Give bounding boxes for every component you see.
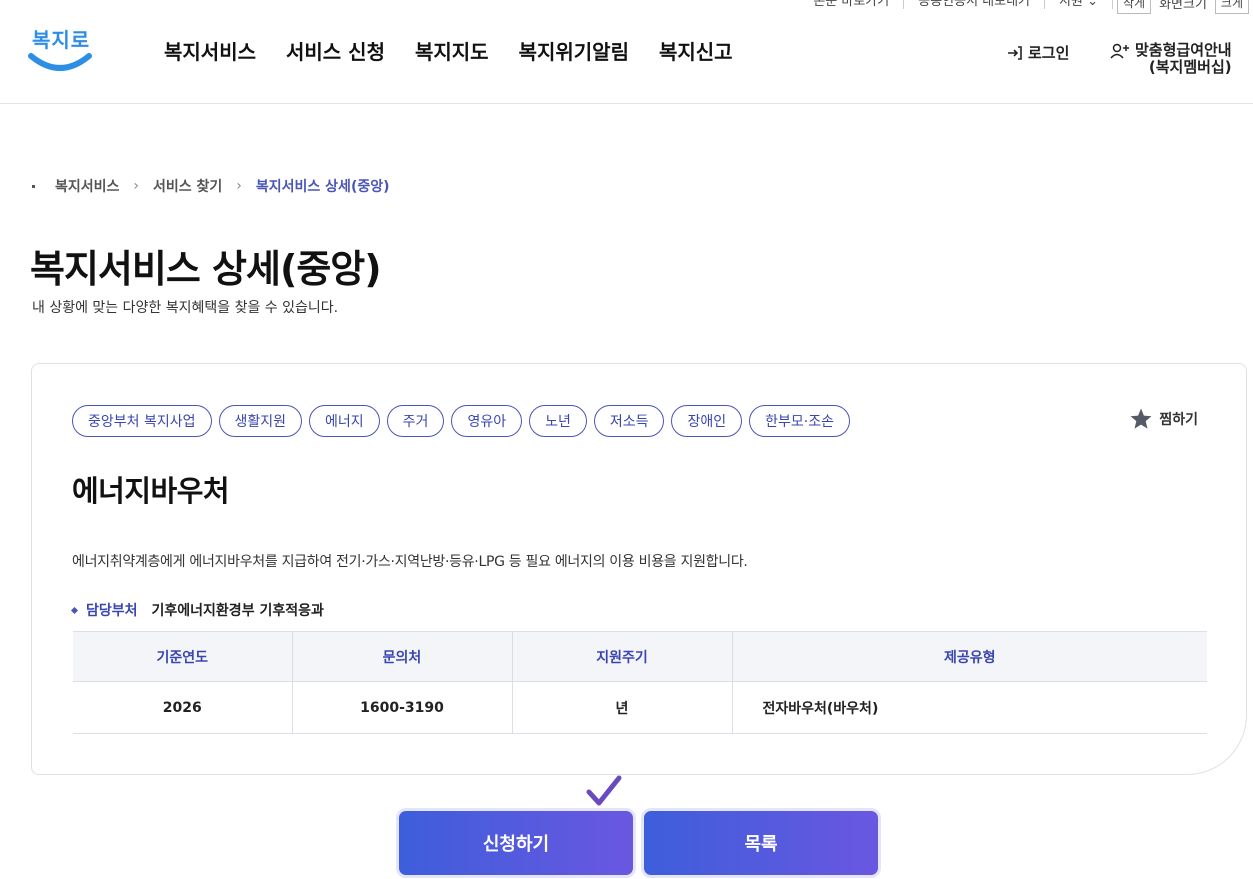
main-nav: 복지서비스 서비스 신청 복지지도 복지위기알림 복지신고 bbox=[164, 36, 733, 65]
chevron-right-icon: › bbox=[133, 178, 140, 194]
logo-text: 복지로 bbox=[32, 28, 91, 52]
nav-crisis-alert[interactable]: 복지위기알림 bbox=[519, 36, 629, 65]
header-contact: 문의처 bbox=[292, 631, 513, 682]
breadcrumb-home-dot bbox=[32, 184, 35, 188]
nav-welfare-service[interactable]: 복지서비스 bbox=[164, 36, 256, 65]
breadcrumb-item-welfare-service[interactable]: 복지서비스 bbox=[55, 176, 119, 196]
checkmark-icon bbox=[586, 775, 622, 806]
service-description: 에너지취약계층에게 에너지바우처를 지급하여 전기·가스·지역난방·등유·LPG… bbox=[72, 554, 748, 570]
tag-list: 중앙부처 복지사업 생활지원 에너지 주거 영유아 노년 저소득 장애인 한부모… bbox=[72, 405, 850, 437]
cell-base-year: 2026 bbox=[73, 681, 293, 734]
membership-label: 맞춤형급여안내 (복지멤버십) bbox=[1135, 41, 1232, 76]
service-title: 에너지바우처 bbox=[72, 474, 230, 508]
page-title: 복지서비스 상세(중앙) bbox=[30, 247, 382, 291]
site-logo[interactable]: 복지로 bbox=[28, 24, 92, 76]
table-row: 2026 1600-3190 년 전자바우처(바우처) bbox=[73, 681, 1207, 734]
favorite-button[interactable]: 찜하기 bbox=[1129, 407, 1198, 431]
tag-housing[interactable]: 주거 bbox=[386, 405, 445, 437]
site-header: 복지로 복지서비스 서비스 신청 복지지도 복지위기알림 복지신고 로그인 맞춤… bbox=[0, 0, 1253, 104]
nav-welfare-report[interactable]: 복지신고 bbox=[659, 36, 733, 65]
tag-single-parent[interactable]: 한부모·조손 bbox=[749, 405, 850, 437]
favorite-label: 찜하기 bbox=[1159, 412, 1198, 428]
tag-low-income[interactable]: 저소득 bbox=[593, 405, 665, 437]
star-icon bbox=[1130, 408, 1152, 429]
nav-service-apply[interactable]: 서비스 신청 bbox=[286, 36, 385, 65]
logo-smile-icon bbox=[28, 53, 92, 71]
tag-infant[interactable]: 영유아 bbox=[451, 405, 523, 437]
list-button[interactable]: 목록 bbox=[641, 808, 881, 878]
page-subtitle: 내 상황에 맞는 다양한 복지혜택을 찾을 수 있습니다. bbox=[32, 300, 339, 316]
breadcrumb-item-current: 복지서비스 상세(중앙) bbox=[255, 179, 390, 195]
cell-provision-type: 전자바우처(바우처) bbox=[732, 681, 1207, 734]
breadcrumb: 복지서비스 › 서비스 찾기 › 복지서비스 상세(중앙) bbox=[32, 176, 390, 196]
service-detail-card: 중앙부처 복지사업 생활지원 에너지 주거 영유아 노년 저소득 장애인 한부모… bbox=[31, 363, 1247, 775]
header-provision-type: 제공유형 bbox=[732, 631, 1207, 682]
breadcrumb-item-service-search[interactable]: 서비스 찾기 bbox=[153, 176, 222, 196]
membership-button[interactable]: 맞춤형급여안내 (복지멤버십) bbox=[1110, 42, 1232, 76]
user-add-icon bbox=[1110, 43, 1129, 59]
tag-central-ministry[interactable]: 중앙부처 복지사업 bbox=[72, 405, 212, 437]
cell-support-cycle: 년 bbox=[512, 681, 733, 734]
department-label: 담당부처 bbox=[86, 603, 138, 619]
header-base-year: 기준연도 bbox=[73, 631, 293, 682]
nav-welfare-map[interactable]: 복지지도 bbox=[415, 36, 489, 65]
department-info: 담당부처 기후에너지환경부 기후적응과 bbox=[70, 600, 324, 620]
tag-energy[interactable]: 에너지 bbox=[309, 405, 380, 437]
cell-contact: 1600-3190 bbox=[292, 681, 513, 734]
service-info-table: 기준연도 문의처 지원주기 제공유형 2026 1600-3190 년 전자바우… bbox=[73, 631, 1207, 734]
tag-elderly[interactable]: 노년 bbox=[529, 405, 587, 437]
department-value: 기후에너지환경부 기후적응과 bbox=[151, 603, 324, 619]
table-header-row: 기준연도 문의처 지원주기 제공유형 bbox=[73, 631, 1207, 682]
login-label: 로그인 bbox=[1028, 44, 1070, 62]
tag-living-support[interactable]: 생활지원 bbox=[218, 405, 303, 437]
tag-disabled[interactable]: 장애인 bbox=[671, 405, 743, 437]
chevron-right-icon: › bbox=[236, 178, 242, 194]
login-icon bbox=[1008, 45, 1022, 60]
login-button[interactable]: 로그인 bbox=[1006, 42, 1069, 63]
apply-button[interactable]: 신청하기 bbox=[396, 808, 636, 878]
diamond-bullet-icon bbox=[70, 606, 79, 614]
header-support-cycle: 지원주기 bbox=[512, 631, 733, 682]
